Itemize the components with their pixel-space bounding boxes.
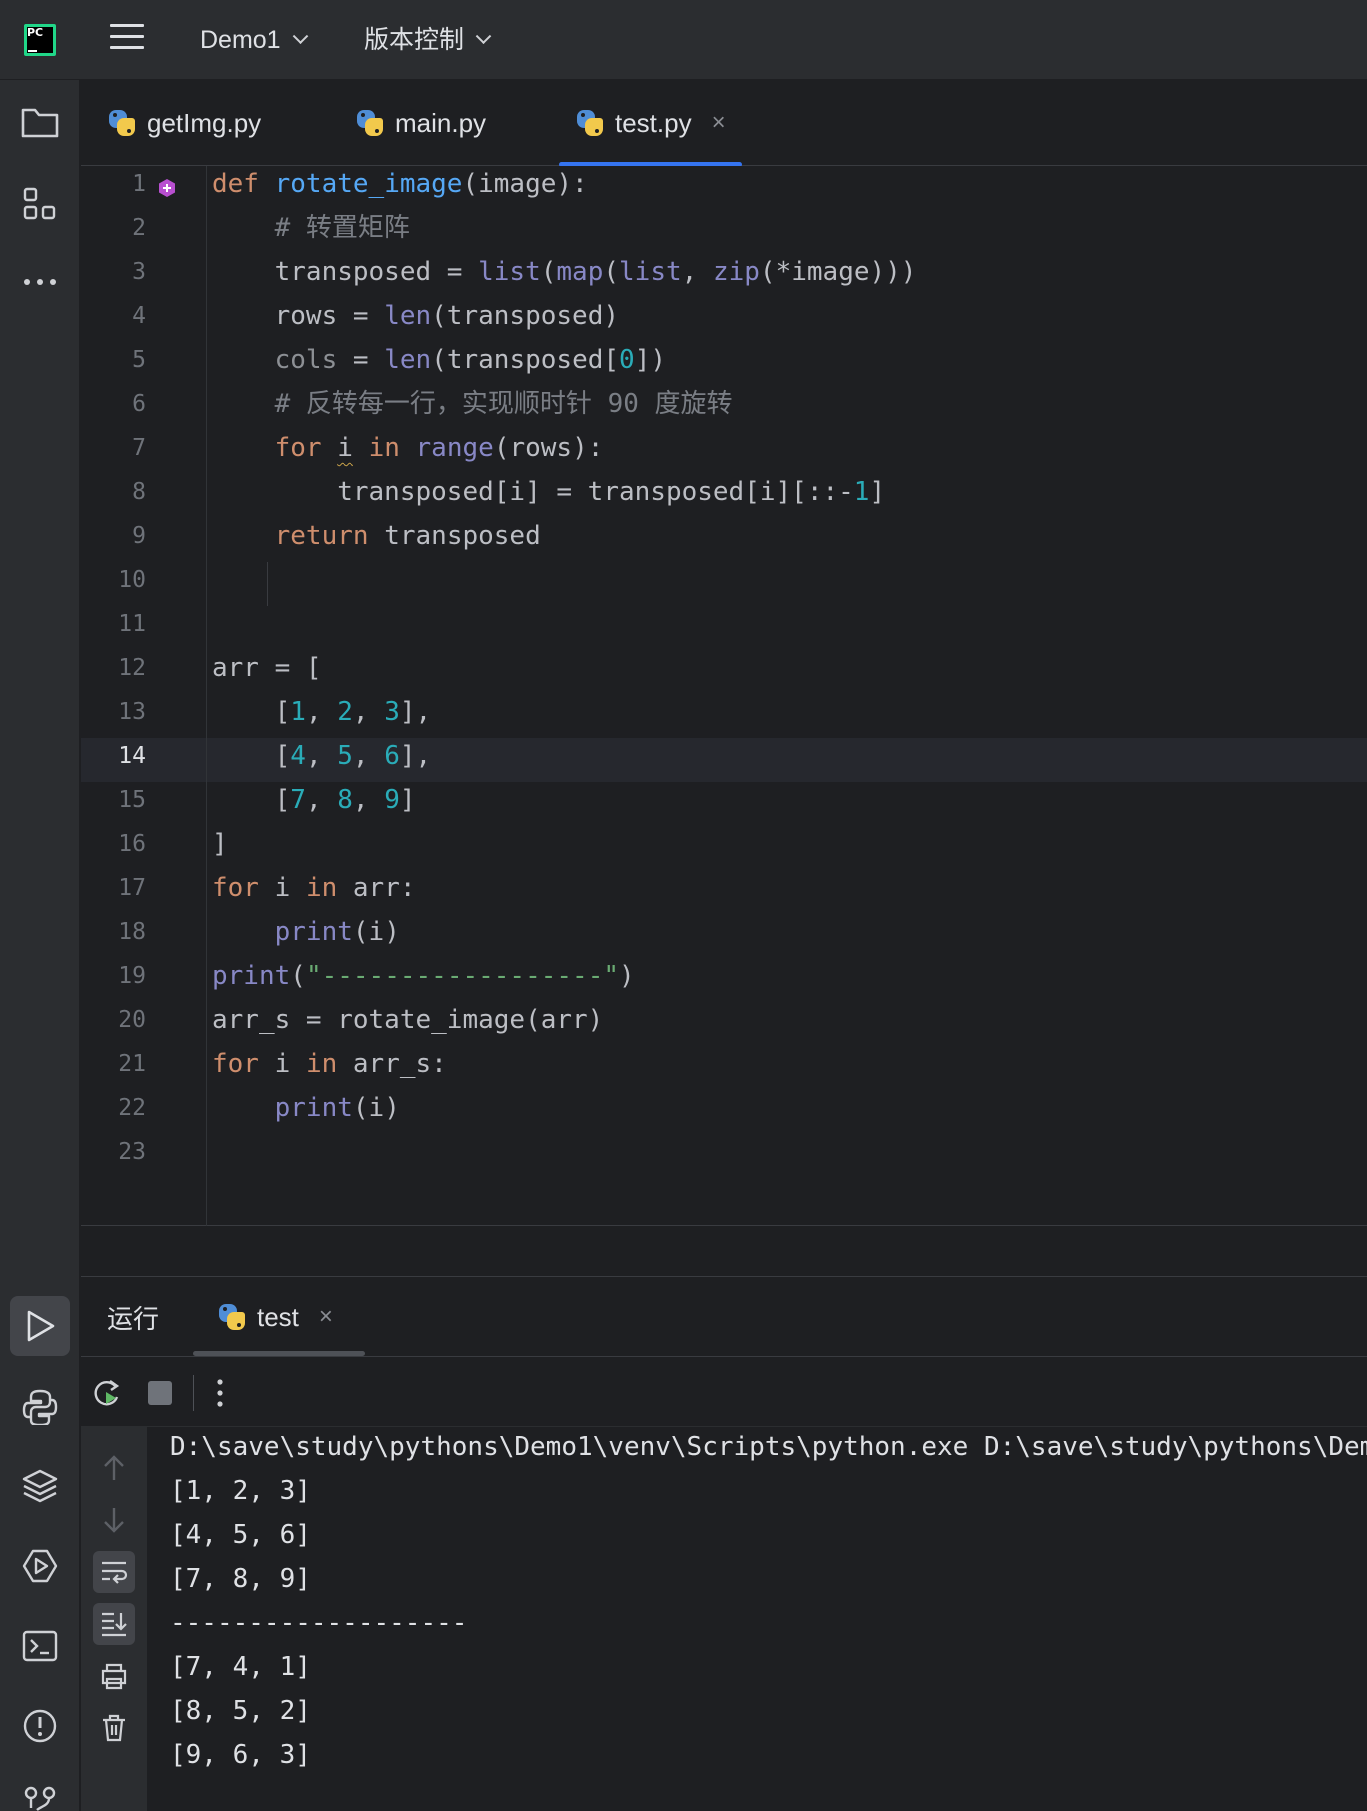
code-line[interactable]: def rotate_image(image):: [130, 162, 1285, 206]
editor-tab-bar: getImg.py main.py test.py ×: [81, 80, 1367, 167]
tab-label: main.py: [395, 107, 487, 138]
project-dropdown[interactable]: Demo1: [200, 22, 308, 58]
pycharm-logo-icon[interactable]: PC: [24, 24, 56, 56]
run-header: 运行 test ×: [81, 1277, 1367, 1357]
chevron-down-icon: [475, 27, 492, 44]
console-output-line: [1, 2, 3]: [170, 1476, 311, 1506]
run-toolbar: [81, 1357, 1367, 1427]
console-output-line: [7, 4, 1]: [170, 1652, 311, 1682]
run-window-title: 运行: [107, 1304, 160, 1334]
python-file-icon: [355, 108, 385, 138]
main-menu-button[interactable]: [110, 24, 144, 54]
rerun-icon[interactable]: [91, 1377, 123, 1409]
code-line[interactable]: cols = len(transposed[0]): [130, 338, 1285, 382]
console-output-line: [4, 5, 6]: [170, 1520, 311, 1550]
folder-icon[interactable]: [10, 92, 70, 152]
code-line[interactable]: for i in arr:: [130, 866, 1285, 910]
code-line[interactable]: [130, 1130, 1285, 1174]
python-file-icon: [217, 1302, 247, 1332]
services-icon[interactable]: [10, 1536, 70, 1596]
console-output-line: [7, 8, 9]: [170, 1564, 311, 1594]
print-icon[interactable]: [93, 1655, 135, 1697]
code-area[interactable]: def rotate_image(image): # 转置矩阵 transpos…: [212, 166, 1367, 1226]
python-file-icon: [107, 108, 137, 138]
terminal-icon[interactable]: [10, 1616, 70, 1676]
more-options-icon[interactable]: [215, 1377, 225, 1409]
project-name: Demo1: [200, 26, 281, 54]
structure-icon[interactable]: [10, 174, 70, 234]
code-line[interactable]: rows = len(transposed): [130, 294, 1285, 338]
close-tab-icon[interactable]: ×: [712, 109, 726, 137]
tab-test-py[interactable]: test.py ×: [559, 80, 742, 167]
console-output[interactable]: D:\save\study\pythons\Demo1\venv\Scripts…: [170, 1427, 1367, 1811]
vcs-label: 版本控制: [364, 26, 465, 54]
menu-bar: [110, 35, 144, 38]
tab-main-py[interactable]: main.py: [355, 80, 486, 166]
menu-bar: [110, 24, 144, 27]
run-tab-test[interactable]: test ×: [217, 1295, 333, 1339]
console-side-toolbar: [81, 1427, 147, 1811]
code-editor[interactable]: 1 2 3 4 5 6 7 8 9 10 11 12 13 14 15 16 17 18 19 20 21 22 23 de…: [81, 166, 1367, 1226]
layers-icon[interactable]: [10, 1456, 70, 1516]
console-output-line: [8, 5, 2]: [170, 1696, 311, 1726]
clear-icon[interactable]: [93, 1707, 135, 1749]
code-line[interactable]: [130, 558, 1285, 602]
code-line[interactable]: print(i): [130, 910, 1285, 954]
console-command-line: D:\save\study\pythons\Demo1\venv\Scripts…: [170, 1432, 1367, 1462]
code-line[interactable]: [4, 5, 6],: [130, 734, 1285, 778]
code-line[interactable]: transposed = list(map(list, zip(*image))…: [130, 250, 1285, 294]
vcs-dropdown[interactable]: 版本控制: [364, 22, 492, 58]
run-tab-label: test: [257, 1301, 299, 1332]
run-tool-window: 运行 test × D:\save\study\pythons\Demo1\ve…: [81, 1276, 1367, 1811]
code-line[interactable]: [130, 602, 1285, 646]
menu-bar: [110, 46, 144, 49]
code-line[interactable]: [1, 2, 3],: [130, 690, 1285, 734]
tab-label: test.py: [615, 107, 692, 138]
logo-text: PC: [27, 26, 44, 39]
toolbar-divider: [193, 1375, 194, 1411]
chevron-down-icon: [292, 27, 308, 44]
code-line[interactable]: for i in range(rows):: [130, 426, 1285, 470]
tool-window-strip: [0, 80, 80, 1811]
code-line[interactable]: return transposed: [130, 514, 1285, 558]
code-line[interactable]: print("------------------"): [130, 954, 1285, 998]
code-line[interactable]: ]: [130, 822, 1285, 866]
tab-label: getImg.py: [147, 107, 262, 138]
python-console-icon[interactable]: [10, 1376, 70, 1436]
console-output-line: [9, 6, 3]: [170, 1740, 311, 1770]
console-output-line: -------------------: [170, 1608, 468, 1638]
title-bar: PC Demo1 版本控制: [0, 0, 1367, 80]
more-icon[interactable]: [10, 252, 70, 312]
problems-icon[interactable]: [10, 1696, 70, 1756]
code-line[interactable]: [7, 8, 9]: [130, 778, 1285, 822]
run-tab-indicator: [193, 1351, 365, 1356]
scroll-up-icon[interactable]: [93, 1447, 135, 1489]
code-line[interactable]: transposed[i] = transposed[i][::-1]: [130, 470, 1285, 514]
code-line[interactable]: for i in arr_s:: [130, 1042, 1285, 1086]
code-line[interactable]: print(i): [130, 1086, 1285, 1130]
code-line[interactable]: arr = [: [130, 646, 1285, 690]
tab-getimg-py[interactable]: getImg.py: [107, 80, 261, 166]
python-file-icon: [575, 108, 605, 138]
git-icon[interactable]: [10, 1770, 70, 1811]
code-line[interactable]: arr_s = rotate_image(arr): [130, 998, 1285, 1042]
soft-wrap-icon[interactable]: [93, 1551, 135, 1593]
code-line[interactable]: # 转置矩阵: [130, 206, 1285, 250]
code-line[interactable]: # 反转每一行，实现顺时针 90 度旋转: [130, 382, 1285, 426]
stop-icon[interactable]: [147, 1380, 173, 1406]
scroll-down-icon[interactable]: [93, 1499, 135, 1541]
scroll-to-end-icon[interactable]: [93, 1603, 135, 1645]
run-icon[interactable]: [10, 1296, 70, 1356]
close-run-tab-icon[interactable]: ×: [319, 1303, 333, 1331]
